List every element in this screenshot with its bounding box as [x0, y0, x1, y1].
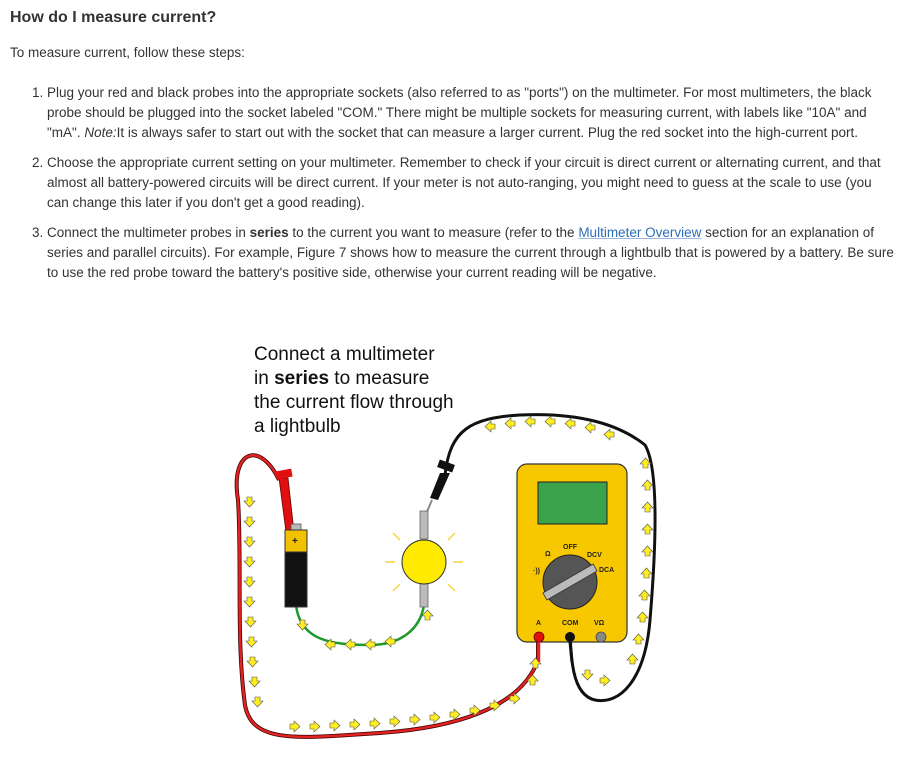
meter-sound-label: ·)): [533, 568, 540, 575]
step-3-text-b: to the current you want to measure (refe…: [288, 225, 579, 240]
step-1: Plug your red and black probes into the …: [47, 83, 895, 143]
intro-text: To measure current, follow these steps:: [10, 45, 245, 60]
step-2-text: Choose the appropriate current setting o…: [47, 155, 881, 210]
step-1-text-b: It is always safer to start out with the…: [116, 125, 858, 140]
caption-line-3: the current flow through: [254, 392, 454, 413]
caption-line-2-pre: in: [254, 368, 274, 389]
section-heading: How do I measure current?: [10, 9, 217, 26]
multimeter: OFF DCV DCA Ω ·)) A COM VΩ: [516, 463, 628, 643]
meter-dcv-label: DCV: [587, 552, 602, 559]
caption-line-4: a lightbulb: [254, 416, 341, 437]
battery: +: [284, 523, 308, 608]
meter-display: [537, 481, 608, 525]
lightbulb: [385, 510, 463, 608]
green-wire: [294, 604, 426, 647]
step-3-text-a: Connect the multimeter probes in: [47, 225, 250, 240]
step-1-note-label: Note:: [84, 125, 117, 140]
meter-off-label: OFF: [563, 544, 578, 551]
step-3: Connect the multimeter probes in series …: [47, 223, 895, 283]
caption-line-1: Connect a multimeter: [254, 344, 435, 365]
meter-port-vohm-label: VΩ: [594, 620, 605, 627]
meter-port-a-label: A: [536, 620, 541, 627]
step-2: Choose the appropriate current setting o…: [47, 153, 895, 213]
current-arrows-left: [243, 496, 264, 708]
caption-line-2: in series to measure: [254, 368, 429, 389]
black-probe: [425, 459, 455, 515]
meter-ohm-label: Ω: [545, 551, 551, 558]
step-3-bold: series: [249, 225, 289, 240]
meter-dca-label: DCA: [599, 567, 614, 574]
multimeter-overview-link[interactable]: Multimeter Overview: [578, 225, 701, 240]
meter-port-com: [565, 632, 575, 642]
meter-port-com-label: COM: [562, 620, 579, 627]
caption-line-2-bold: series: [274, 368, 329, 389]
caption-line-2-post: to measure: [329, 368, 429, 389]
battery-plus-label: +: [292, 536, 298, 547]
meter-port-a: [533, 631, 545, 643]
steps-list: Plug your red and black probes into the …: [47, 83, 895, 293]
current-arrows-com: [581, 669, 611, 687]
meter-port-vohm: [595, 631, 607, 643]
figure-7-diagram: Connect a multimeter in series to measur…: [234, 344, 657, 739]
black-lead-into-com: [568, 641, 574, 663]
